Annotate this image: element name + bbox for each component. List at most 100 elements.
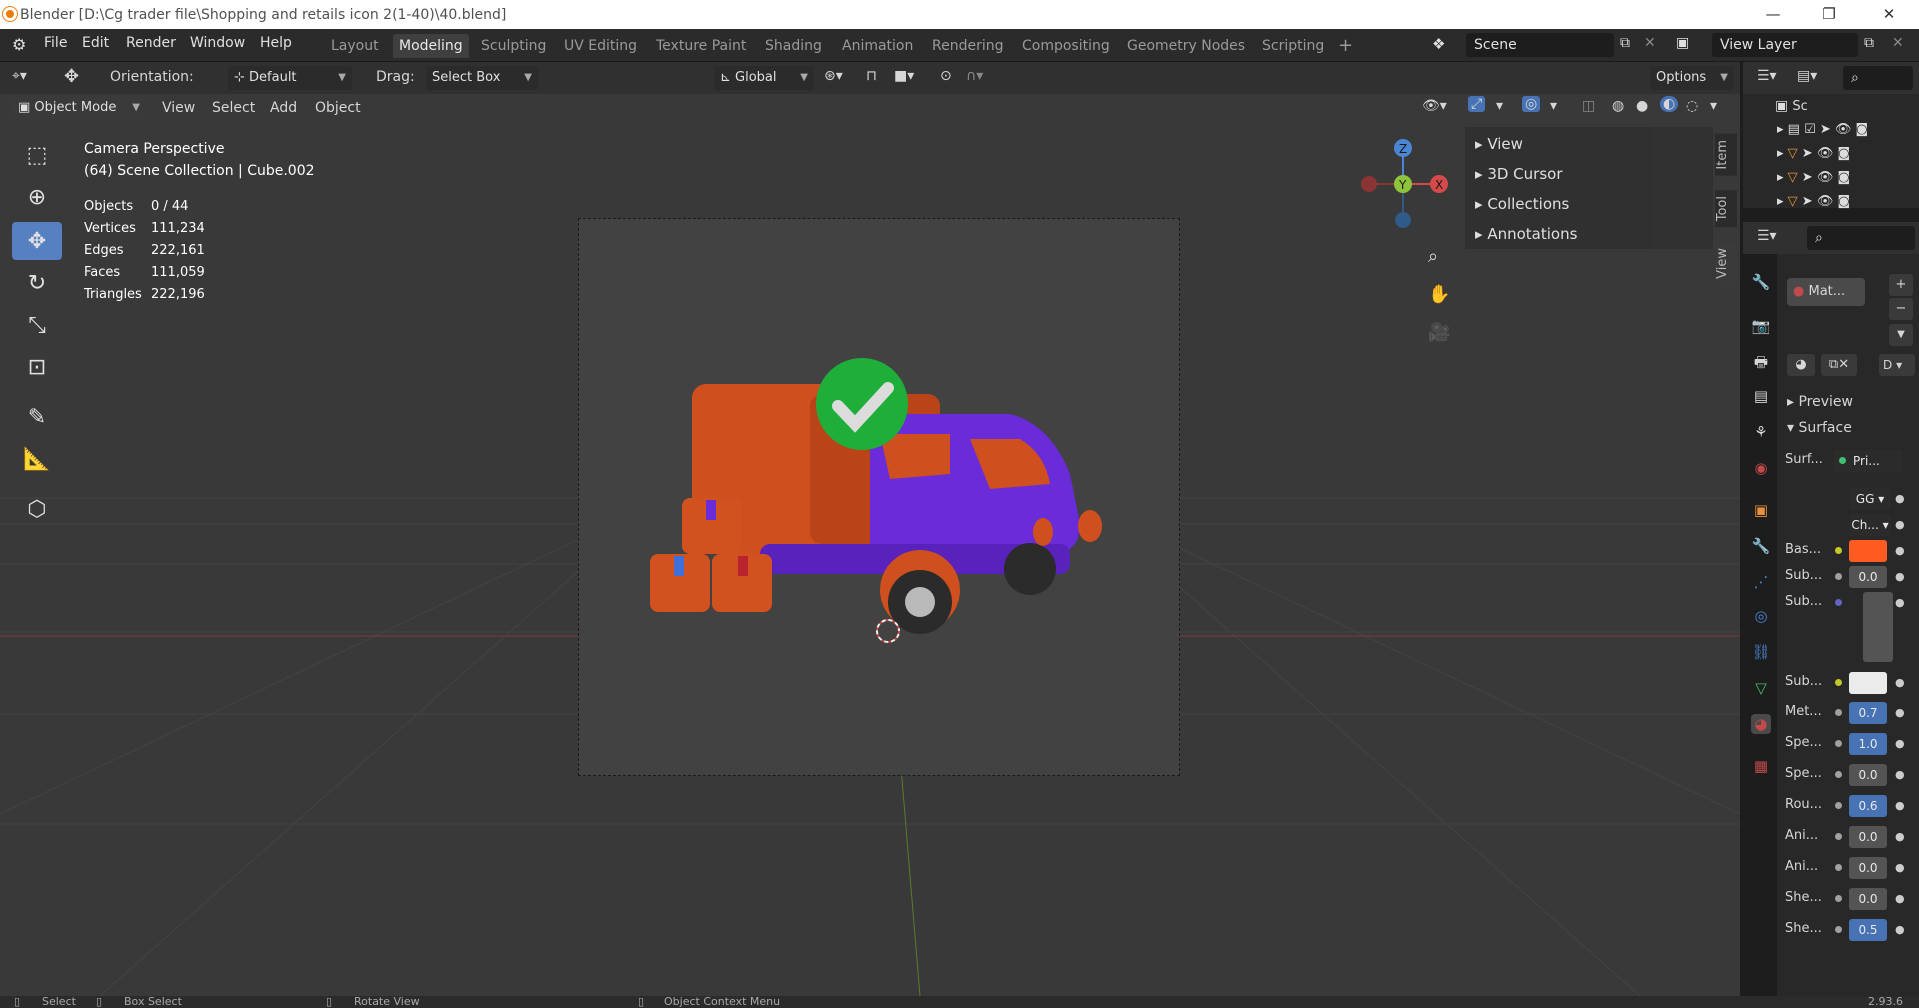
new-view-layer-icon[interactable]: ⧉ (1864, 35, 1874, 51)
orientation-dropdown[interactable]: ⊹ Default ▼ (228, 66, 352, 90)
tab-animation[interactable]: Animation (836, 34, 919, 58)
keyframe-dot-icon[interactable]: ● (1895, 830, 1905, 843)
xray-icon[interactable]: ◫ (1582, 98, 1595, 114)
add-material-slot-button[interactable]: + (1889, 274, 1913, 296)
slot-menu-button[interactable]: ▼ (1889, 324, 1913, 346)
menu-file[interactable]: File (44, 35, 67, 51)
npanel-3d-cursor[interactable]: ▸ 3D Cursor (1475, 165, 1562, 183)
maximize-button[interactable]: ❐ (1806, 0, 1852, 29)
display-mode-icon[interactable]: ▤▾ (1797, 68, 1817, 84)
delete-scene-icon[interactable]: ✕ (1644, 35, 1656, 51)
view-layer-field[interactable]: View Layer (1712, 33, 1858, 57)
tab-compositing[interactable]: Compositing (1016, 34, 1116, 58)
viewport-menu-select[interactable]: Select (212, 100, 255, 116)
subsurface-field[interactable]: 0.0 (1849, 566, 1887, 588)
shading-dropdown-icon[interactable]: ▾ (1710, 98, 1717, 114)
scene-name-field[interactable]: Scene (1466, 33, 1614, 57)
scene-selector-icon[interactable]: ❖ (1432, 35, 1445, 53)
navigation-gizmo[interactable]: Z X Y (1355, 134, 1465, 244)
base-color-swatch[interactable] (1849, 540, 1887, 562)
menu-render[interactable]: Render (126, 35, 176, 51)
texture-props-icon[interactable]: ▦ (1751, 756, 1771, 776)
shading-rendered-icon[interactable]: ◌ (1686, 98, 1698, 114)
sheen-tint-field[interactable]: 0.5 (1849, 919, 1887, 941)
anisotropic-rotation-field[interactable]: 0.0 (1849, 857, 1887, 879)
material-slot[interactable]: ● Mat... (1787, 278, 1865, 306)
mode-dropdown[interactable]: ▣ Object Mode ▼ (12, 96, 146, 120)
object-props-icon[interactable]: ▣ (1751, 500, 1771, 520)
d-dropdown[interactable]: D ▾ (1879, 354, 1915, 376)
roughness-field[interactable]: 0.6 (1849, 795, 1887, 817)
snap-icon[interactable]: ⊓ (866, 68, 877, 84)
sheen-field[interactable]: 0.0 (1849, 888, 1887, 910)
material-browse-icon[interactable]: ◕ (1787, 354, 1815, 376)
viewport-menu-object[interactable]: Object (315, 100, 361, 116)
keyframe-dot-icon[interactable]: ● (1895, 768, 1905, 781)
pivot-icon[interactable]: ⊛▾ (824, 68, 843, 84)
viewport-menu-view[interactable]: View (162, 100, 195, 116)
transform-orientation-dropdown[interactable]: ⊾ Global ▼ (714, 66, 814, 90)
subsurface-radius-field[interactable] (1863, 592, 1893, 662)
distribution-dropdown[interactable]: GG ▾ (1849, 488, 1891, 510)
npanel-collections[interactable]: ▸ Collections (1475, 195, 1569, 213)
anisotropic-field[interactable]: 0.0 (1849, 826, 1887, 848)
annotate-tool-icon[interactable]: ✎ (12, 398, 62, 436)
tab-scripting[interactable]: Scripting (1256, 34, 1330, 58)
tab-geometry-nodes[interactable]: Geometry Nodes (1121, 34, 1251, 58)
viewport-menu-add[interactable]: Add (270, 100, 297, 116)
rotate-tool-icon[interactable]: ↻ (12, 264, 62, 302)
shading-wireframe-icon[interactable]: ◍ (1612, 98, 1624, 114)
constraints-props-icon[interactable]: ⛓ (1751, 642, 1771, 662)
drag-dropdown[interactable]: Select Box ▼ (426, 66, 538, 90)
zoom-icon[interactable]: ⌕ (1428, 246, 1438, 267)
tab-rendering[interactable]: Rendering (926, 34, 1010, 58)
snap-target-icon[interactable]: ■▾ (894, 68, 914, 84)
outliner-row-object-1[interactable]: ▸ ▽ ➤ 👁 ◙ (1777, 146, 1850, 168)
tool-props-icon[interactable]: 🔧 (1751, 272, 1771, 292)
delete-view-layer-icon[interactable]: ✕ (1892, 35, 1904, 51)
metallic-field[interactable]: 0.7 (1849, 702, 1887, 724)
output-props-icon[interactable]: 🖶 (1751, 352, 1771, 372)
gizmo-toggle-icon[interactable]: ⤢ (1468, 96, 1486, 112)
material-unlink-icon[interactable]: ⧉✕ (1821, 354, 1857, 376)
sidebar-tab-tool[interactable]: Tool (1715, 190, 1737, 228)
specular-tint-field[interactable]: 0.0 (1849, 764, 1887, 786)
outliner-search-field[interactable]: ⌕ (1843, 66, 1913, 90)
keyframe-dot-icon[interactable]: ● (1895, 492, 1905, 505)
npanel-annotations[interactable]: ▸ Annotations (1475, 225, 1577, 243)
particles-props-icon[interactable]: ⋰ (1751, 572, 1771, 592)
keyframe-dot-icon[interactable]: ● (1895, 570, 1905, 583)
tab-uv-editing[interactable]: UV Editing (558, 34, 643, 58)
minimize-button[interactable]: — (1750, 0, 1796, 29)
measure-tool-icon[interactable]: 📐 (12, 440, 62, 478)
subsurface-color-swatch[interactable] (1849, 672, 1887, 694)
outliner-row-scene[interactable]: ▣ Sc (1749, 98, 1808, 120)
world-props-icon[interactable]: ◉ (1751, 458, 1771, 478)
surface-panel[interactable]: ▾ Surface (1787, 420, 1852, 436)
properties-editor-icon[interactable]: ☰▾ (1757, 228, 1777, 244)
visibility-icon[interactable]: 👁▾ (1422, 98, 1447, 114)
render-props-icon[interactable]: 📷 (1751, 316, 1771, 336)
outliner-editor-icon[interactable]: ☰▾ (1757, 68, 1777, 84)
sidebar-tab-item[interactable]: Item (1715, 134, 1737, 176)
keyframe-dot-icon[interactable]: ● (1895, 676, 1905, 689)
scene-props-icon[interactable]: ⚘ (1751, 422, 1771, 442)
move-tool-button[interactable]: ✥ (12, 222, 62, 260)
keyframe-dot-icon[interactable]: ● (1895, 706, 1905, 719)
shading-material-icon[interactable]: ◐ (1660, 96, 1679, 112)
3d-viewport[interactable]: ▣ Object Mode ▼ View Select Add Object 👁▾… (0, 94, 1740, 996)
cursor-tool-icon[interactable]: ⊕ (12, 178, 62, 216)
properties-search-field[interactable]: ⌕ (1807, 226, 1915, 250)
specular-field[interactable]: 1.0 (1849, 733, 1887, 755)
tab-modeling[interactable]: Modeling (393, 34, 469, 58)
add-workspace-icon[interactable]: + (1332, 34, 1359, 58)
outliner-row-object-2[interactable]: ▸ ▽ ➤ 👁 ◙ (1777, 170, 1850, 192)
tab-sculpting[interactable]: Sculpting (475, 34, 552, 58)
modifier-props-icon[interactable]: 🔧 (1751, 536, 1771, 556)
blender-menu-icon[interactable]: ⚙ (12, 35, 26, 54)
new-scene-icon[interactable]: ⧉ (1620, 35, 1630, 51)
physics-props-icon[interactable]: ◎ (1751, 606, 1771, 626)
keyframe-dot-icon[interactable]: ● (1895, 892, 1905, 905)
transform-tool-icon[interactable]: ⊡ (12, 348, 62, 386)
preview-panel[interactable]: ▸ Preview (1787, 394, 1853, 410)
